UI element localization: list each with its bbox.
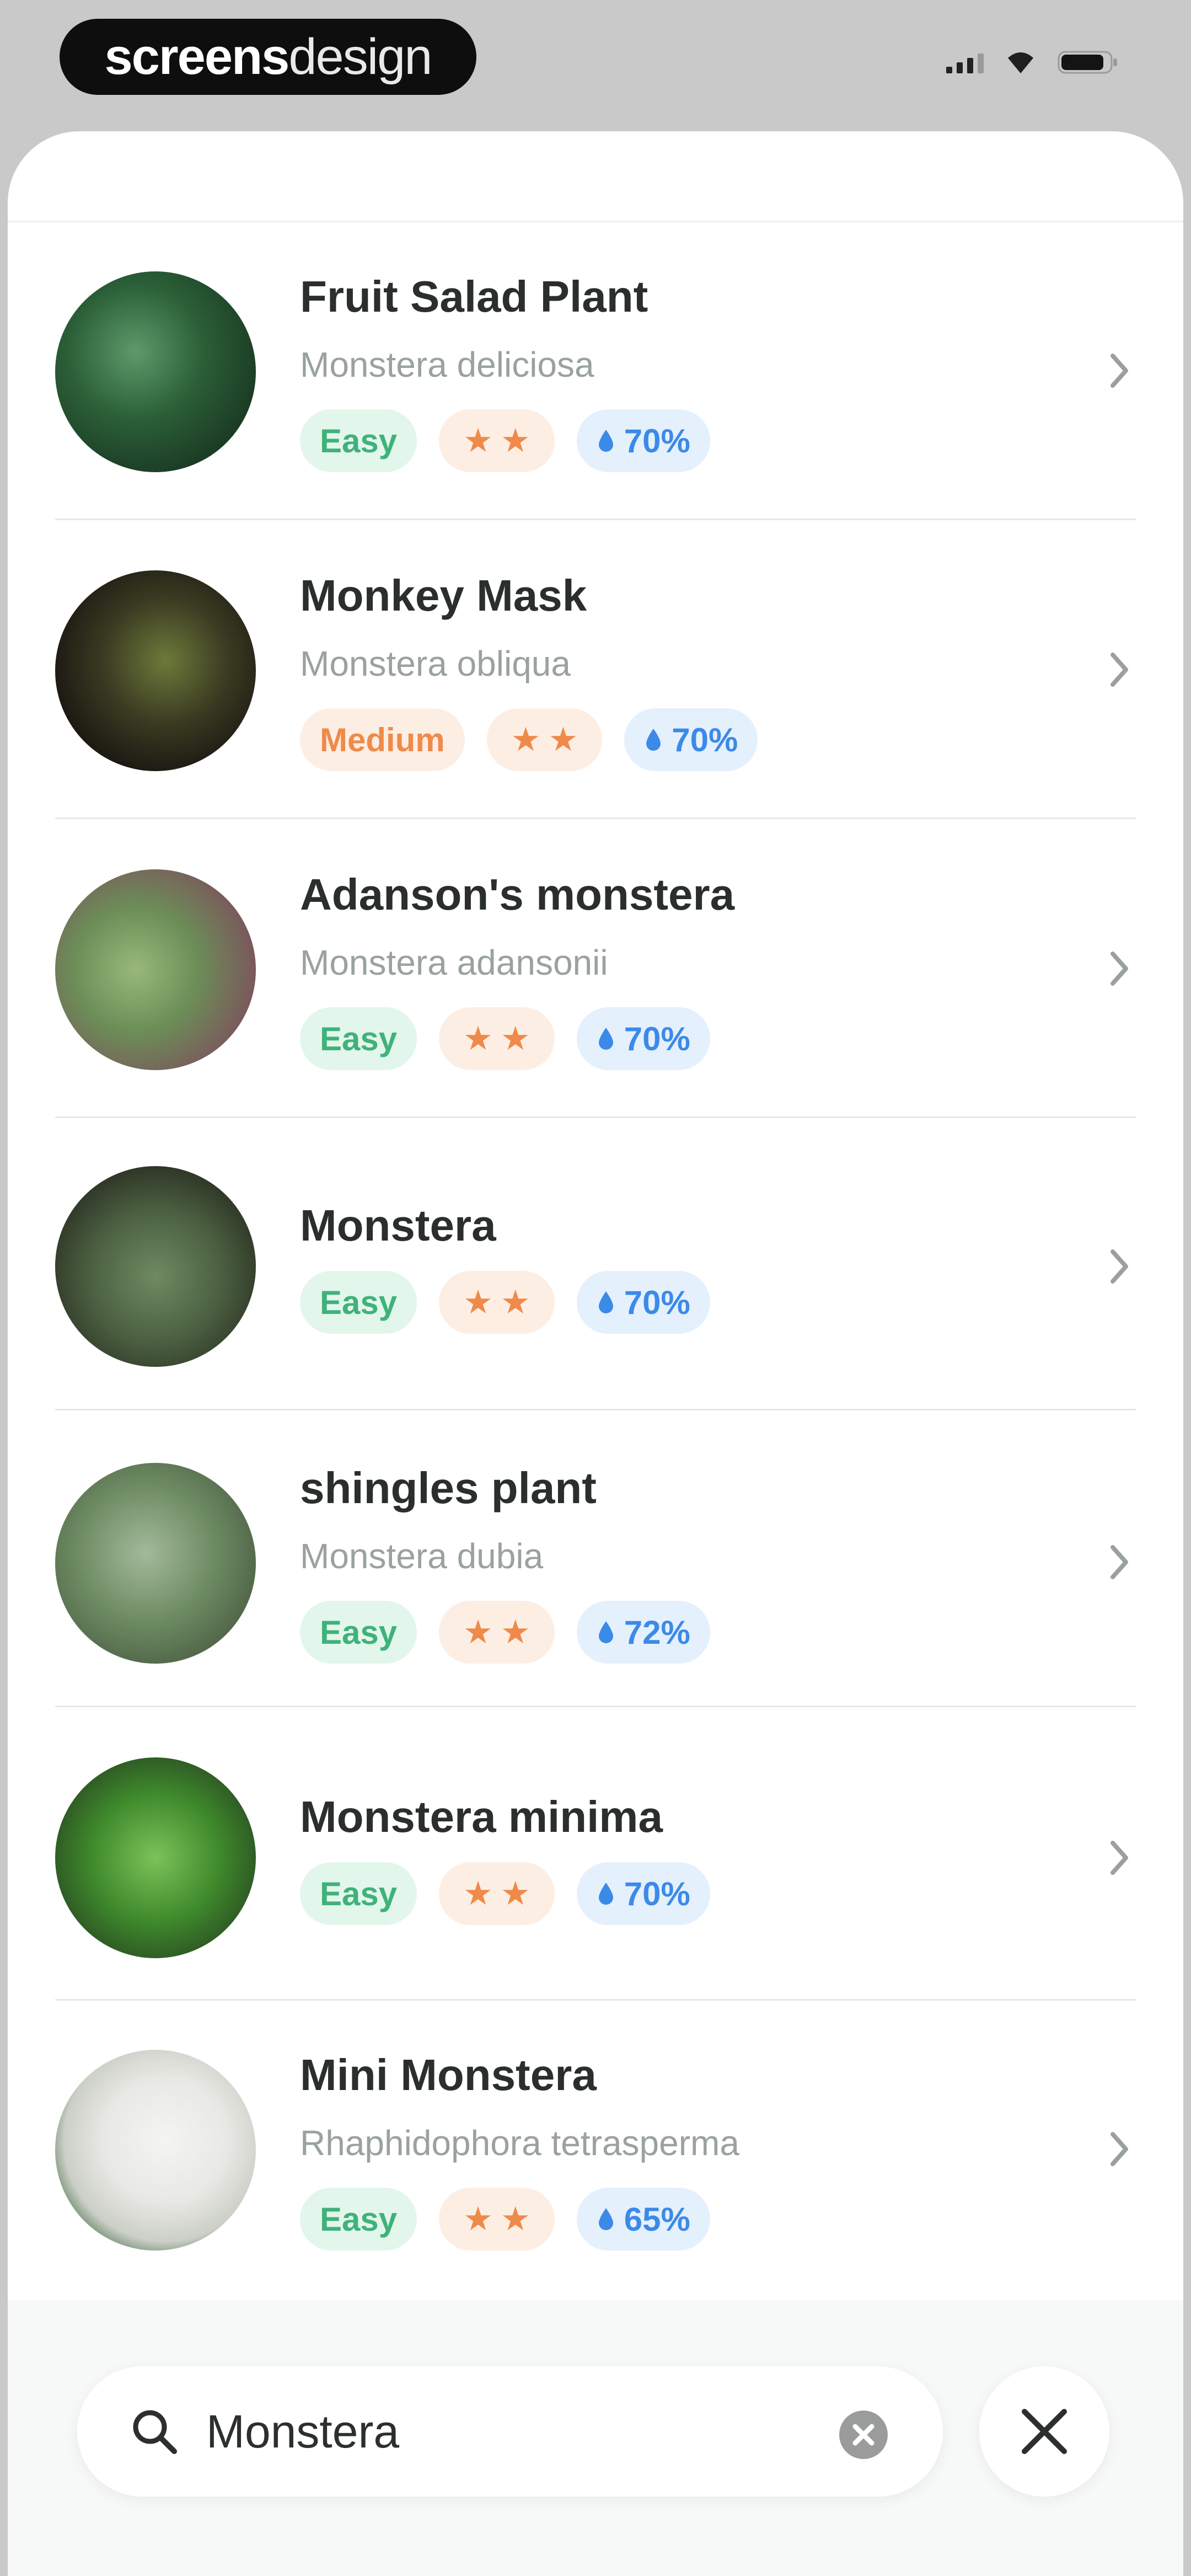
row-divider	[55, 1116, 1136, 1118]
chevron-right-icon	[1103, 1836, 1136, 1880]
row-divider	[55, 519, 1136, 520]
search-icon	[129, 2406, 180, 2460]
difficulty-badge: Easy	[300, 1007, 417, 1070]
water-drop-icon	[646, 729, 661, 751]
plant-tags: Medium ★★ 70%	[300, 708, 758, 771]
cellular-signal-icon	[946, 51, 984, 73]
humidity-badge: 70%	[576, 1862, 710, 1925]
humidity-badge: 65%	[576, 2188, 710, 2251]
water-drop-icon	[598, 1291, 613, 1313]
plant-tags: Easy ★★ 70%	[300, 409, 710, 472]
water-drop-icon	[598, 2208, 613, 2230]
difficulty-badge: Easy	[300, 1862, 417, 1925]
humidity-value: 70%	[624, 422, 690, 459]
chevron-right-icon	[1103, 2127, 1136, 2171]
rating-badge: ★★	[439, 409, 555, 472]
plant-row-adansons-monstera[interactable]: Adanson's monstera Monstera adansonii Ea…	[55, 869, 1136, 1079]
logo-bold-text: screens	[104, 28, 290, 85]
plant-tags: Easy ★★ 65%	[300, 2188, 710, 2251]
watermark-logo: screens design	[60, 19, 476, 95]
water-drop-icon	[598, 430, 613, 452]
plant-thumbnail	[55, 1463, 256, 1664]
chevron-right-icon	[1103, 349, 1136, 393]
chevron-right-icon	[1103, 1540, 1136, 1584]
difficulty-badge: Easy	[300, 2188, 417, 2251]
plant-tags: Easy ★★ 70%	[300, 1862, 710, 1925]
row-divider	[55, 1409, 1136, 1410]
plant-name: Monstera minima	[300, 1792, 663, 1841]
plant-thumbnail	[55, 2050, 256, 2251]
close-icon	[1022, 2409, 1067, 2454]
plant-thumbnail	[55, 869, 256, 1070]
humidity-value: 72%	[624, 1613, 690, 1651]
rating-badge: ★★	[439, 1862, 555, 1925]
humidity-value: 70%	[672, 721, 738, 758]
difficulty-badge: Easy	[300, 1601, 417, 1664]
plant-name: Adanson's monstera	[300, 870, 735, 919]
humidity-badge: 72%	[576, 1601, 710, 1664]
water-drop-icon	[598, 1028, 613, 1050]
chevron-right-icon	[1103, 947, 1136, 991]
plant-thumbnail	[55, 1166, 256, 1367]
status-icons	[946, 50, 1119, 75]
rating-badge: ★★	[486, 708, 603, 771]
humidity-value: 70%	[624, 1284, 690, 1321]
humidity-badge: 70%	[576, 1271, 710, 1334]
row-divider	[55, 1999, 1136, 2001]
chevron-right-icon	[1103, 648, 1136, 692]
water-drop-icon	[598, 1883, 613, 1905]
row-divider	[55, 1706, 1136, 1707]
humidity-value: 70%	[624, 1020, 690, 1057]
plant-name: shingles plant	[300, 1463, 597, 1513]
plant-name: Monkey Mask	[300, 571, 587, 620]
rating-badge: ★★	[439, 1601, 555, 1664]
humidity-value: 65%	[624, 2200, 690, 2238]
plant-tags: Easy ★★ 70%	[300, 1271, 710, 1334]
humidity-badge: 70%	[624, 708, 758, 771]
plant-scientific-name: Monstera obliqua	[300, 644, 571, 683]
clear-icon[interactable]	[837, 2408, 890, 2464]
plant-scientific-name: Monstera adansonii	[300, 943, 608, 982]
rating-badge: ★★	[439, 1271, 555, 1334]
plant-thumbnail	[55, 271, 256, 472]
sheet-header-divider	[8, 221, 1183, 222]
plant-name: Mini Monstera	[300, 2050, 597, 2099]
plant-row-monstera-minima[interactable]: Monstera minima Easy ★★ 70%	[55, 1757, 1136, 1958]
plant-row-monkey-mask[interactable]: Monkey Mask Monstera obliqua Medium ★★ 7…	[55, 570, 1136, 780]
rating-badge: ★★	[439, 1007, 555, 1070]
plant-name: Monstera	[300, 1201, 496, 1250]
plant-scientific-name: Monstera deliciosa	[300, 345, 594, 384]
difficulty-badge: Easy	[300, 409, 417, 472]
row-divider	[55, 817, 1136, 819]
plant-row-fruit-salad[interactable]: Fruit Salad Plant Monstera deliciosa Eas…	[55, 271, 1136, 481]
plant-row-monstera[interactable]: Monstera Easy ★★ 70%	[55, 1166, 1136, 1367]
search-query-text[interactable]: Monstera	[206, 2405, 399, 2459]
close-search-button[interactable]	[979, 2366, 1109, 2497]
water-drop-icon	[598, 1621, 613, 1643]
chevron-right-icon	[1103, 1244, 1136, 1289]
plant-tags: Easy ★★ 72%	[300, 1601, 710, 1664]
plant-thumbnail	[55, 570, 256, 771]
wifi-icon	[1006, 50, 1036, 74]
plant-name: Fruit Salad Plant	[300, 272, 648, 321]
app-screen: screens design Fruit Salad Plant Monstera…	[0, 0, 1191, 2576]
humidity-badge: 70%	[576, 409, 710, 472]
plant-scientific-name: Monstera dubia	[300, 1536, 544, 1576]
logo-light-text: design	[288, 28, 432, 85]
rating-badge: ★★	[439, 2188, 555, 2251]
humidity-badge: 70%	[576, 1007, 710, 1070]
battery-icon	[1058, 50, 1119, 75]
difficulty-badge: Easy	[300, 1271, 417, 1334]
plant-scientific-name: Rhaphidophora tetrasperma	[300, 2123, 739, 2163]
plant-tags: Easy ★★ 70%	[300, 1007, 710, 1070]
humidity-value: 70%	[624, 1875, 690, 1912]
plant-row-shingles-plant[interactable]: shingles plant Monstera dubia Easy ★★ 72…	[55, 1463, 1136, 1672]
plant-row-mini-monstera[interactable]: Mini Monstera Rhaphidophora tetrasperma …	[55, 2050, 1136, 2259]
difficulty-badge: Medium	[300, 708, 465, 771]
plant-thumbnail	[55, 1757, 256, 1958]
